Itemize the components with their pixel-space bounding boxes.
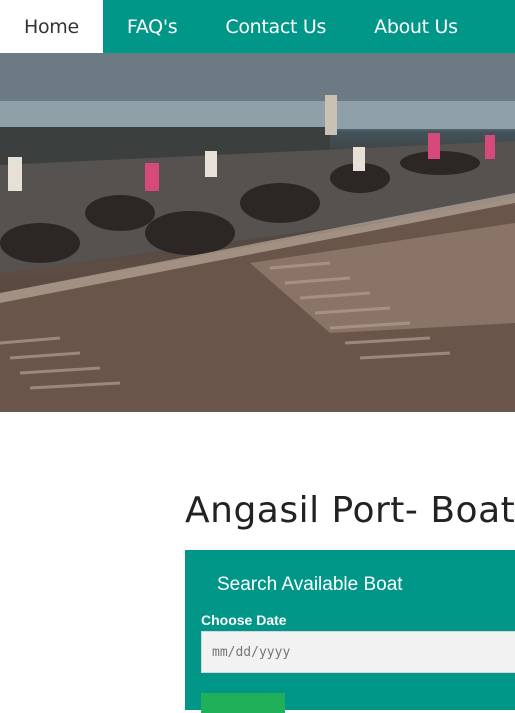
nav-faqs[interactable]: FAQ's xyxy=(103,0,201,53)
nav-contact-us[interactable]: Contact Us xyxy=(201,0,350,53)
hero-image xyxy=(0,53,515,412)
search-button[interactable] xyxy=(201,693,285,713)
choose-date-label: Choose Date xyxy=(201,612,287,628)
page-title: Angasil Port- Boat xyxy=(185,490,515,531)
search-panel: Search Available Boat Choose Date xyxy=(185,550,515,713)
nav-about-us[interactable]: About Us xyxy=(350,0,482,53)
top-nav: Home FAQ's Contact Us About Us xyxy=(0,0,515,53)
nav-home[interactable]: Home xyxy=(0,0,103,53)
hero-illustration xyxy=(0,53,515,412)
search-panel-heading: Search Available Boat xyxy=(217,574,403,595)
date-input[interactable] xyxy=(201,631,515,673)
